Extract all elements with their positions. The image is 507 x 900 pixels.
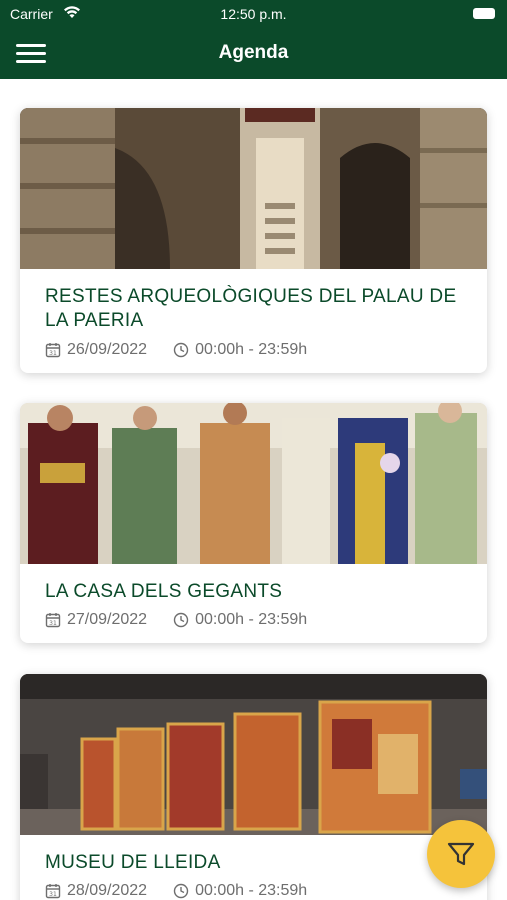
calendar-icon: 31: [45, 613, 61, 627]
filter-funnel-icon: [447, 842, 475, 866]
event-meta: 31 28/09/2022 00:00h - 23:59h: [45, 881, 307, 900]
event-time: 00:00h - 23:59h: [195, 341, 308, 358]
event-meta: 31 27/09/2022 00:00h - 23:59h: [45, 610, 307, 630]
clock-icon: [173, 612, 189, 628]
event-image-lleida-museum: [20, 674, 487, 835]
filter-button[interactable]: [427, 820, 495, 888]
battery-icon: [473, 8, 495, 19]
event-image-archaeological-remains: [20, 108, 487, 269]
event-date: 26/09/2022: [67, 341, 148, 358]
svg-text:31: 31: [49, 350, 57, 357]
event-card[interactable]: LA CASA DELS GEGANTS 31 27/09/2022 00:00…: [20, 403, 487, 643]
event-list[interactable]: RESTES ARQUEOLÒGIQUES DEL PALAU DE LA PA…: [0, 79, 507, 900]
event-title: LA CASA DELS GEGANTS: [45, 581, 283, 602]
event-card[interactable]: MUSEU DE LLEIDA 31 28/09/2022 00:00h - 2…: [20, 674, 487, 900]
calendar-icon: 31: [45, 884, 61, 898]
event-title: MUSEU DE LLEIDA: [45, 852, 221, 873]
event-date: 27/09/2022: [67, 611, 148, 628]
event-card[interactable]: RESTES ARQUEOLÒGIQUES DEL PALAU DE LA PA…: [20, 108, 487, 373]
status-bar: Carrier 12:50 p.m.: [0, 0, 507, 28]
calendar-icon: 31: [45, 343, 61, 357]
event-meta: 31 26/09/2022 00:00h - 23:59h: [45, 340, 307, 360]
event-image-giants-house: [20, 403, 487, 564]
clock-icon: [173, 342, 189, 358]
event-date: 28/09/2022: [67, 882, 148, 899]
event-time: 00:00h - 23:59h: [195, 611, 308, 628]
svg-text:31: 31: [49, 891, 57, 898]
clock-icon: [173, 883, 189, 899]
page-title: Agenda: [218, 42, 289, 63]
nav-bar: Agenda: [0, 28, 507, 79]
clock: 12:50 p.m.: [220, 6, 287, 22]
event-time: 00:00h - 23:59h: [195, 882, 308, 899]
event-title: RESTES ARQUEOLÒGIQUES DEL PALAU DE LA PA…: [45, 286, 457, 331]
svg-text:31: 31: [49, 620, 57, 627]
